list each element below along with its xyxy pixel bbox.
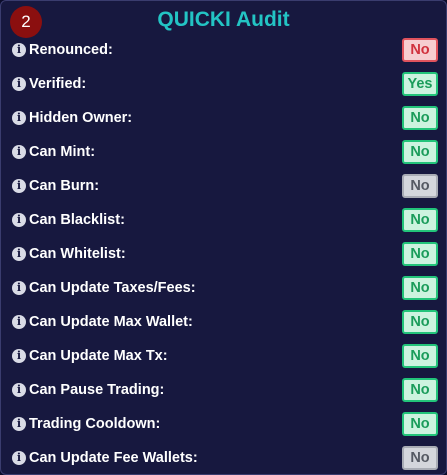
audit-row-verified: i Verified: Yes	[1, 67, 446, 101]
info-icon[interactable]: i	[12, 451, 26, 465]
status-badge: No	[402, 446, 438, 470]
info-icon[interactable]: i	[12, 383, 26, 397]
audit-label: Can Mint:	[29, 144, 96, 160]
audit-label: Can Update Max Tx:	[29, 348, 168, 364]
status-badge: No	[402, 106, 438, 130]
info-icon[interactable]: i	[12, 77, 26, 91]
audit-label: Hidden Owner:	[29, 110, 133, 126]
info-icon[interactable]: i	[12, 145, 26, 159]
status-badge: No	[402, 378, 438, 402]
audit-row-can-update-max-wallet: i Can Update Max Wallet: No	[1, 305, 446, 339]
audit-label: Can Burn:	[29, 178, 100, 194]
audit-label: Can Whitelist:	[29, 246, 126, 262]
audit-row-can-mint: i Can Mint: No	[1, 135, 446, 169]
status-badge: No	[402, 140, 438, 164]
info-icon[interactable]: i	[12, 179, 26, 193]
status-badge: No	[402, 242, 438, 266]
status-badge: No	[402, 174, 438, 198]
info-icon[interactable]: i	[12, 111, 26, 125]
info-icon[interactable]: i	[12, 315, 26, 329]
audit-label: Verified:	[29, 76, 87, 92]
status-badge: No	[402, 412, 438, 436]
audit-row-renounced: i Renounced: No	[1, 33, 446, 67]
audit-label: Can Update Taxes/Fees:	[29, 280, 196, 296]
info-icon[interactable]: i	[12, 213, 26, 227]
audit-row-can-update-fee-wallets: i Can Update Fee Wallets: No	[1, 441, 446, 474]
status-badge: No	[402, 38, 438, 62]
audit-label: Can Blacklist:	[29, 212, 125, 228]
info-icon[interactable]: i	[12, 281, 26, 295]
info-icon[interactable]: i	[12, 349, 26, 363]
audit-row-can-whitelist: i Can Whitelist: No	[1, 237, 446, 271]
audit-label: Can Update Fee Wallets:	[29, 450, 198, 466]
audit-row-can-blacklist: i Can Blacklist: No	[1, 203, 446, 237]
status-badge: No	[402, 276, 438, 300]
status-badge: No	[402, 310, 438, 334]
info-icon[interactable]: i	[12, 43, 26, 57]
audit-row-can-burn: i Can Burn: No	[1, 169, 446, 203]
audit-row-hidden-owner: i Hidden Owner: No	[1, 101, 446, 135]
audit-row-trading-cooldown: i Trading Cooldown: No	[1, 407, 446, 441]
panel-title: QUICKI Audit	[157, 8, 290, 31]
info-icon[interactable]: i	[12, 247, 26, 261]
audit-list: i Renounced: No i Verified: Yes i Hidden…	[1, 33, 446, 474]
audit-row-can-pause-trading: i Can Pause Trading: No	[1, 373, 446, 407]
status-badge: Yes	[402, 72, 438, 96]
audit-label: Can Pause Trading:	[29, 382, 165, 398]
audit-label: Trading Cooldown:	[29, 416, 161, 432]
status-badge: No	[402, 208, 438, 232]
info-icon[interactable]: i	[12, 417, 26, 431]
audit-label: Renounced:	[29, 42, 113, 58]
audit-label: Can Update Max Wallet:	[29, 314, 193, 330]
audit-row-can-update-taxes: i Can Update Taxes/Fees: No	[1, 271, 446, 305]
audit-row-can-update-max-tx: i Can Update Max Tx: No	[1, 339, 446, 373]
status-badge: No	[402, 344, 438, 368]
audit-panel: 2 QUICKI Audit i Renounced: No i Verifie…	[0, 0, 447, 475]
